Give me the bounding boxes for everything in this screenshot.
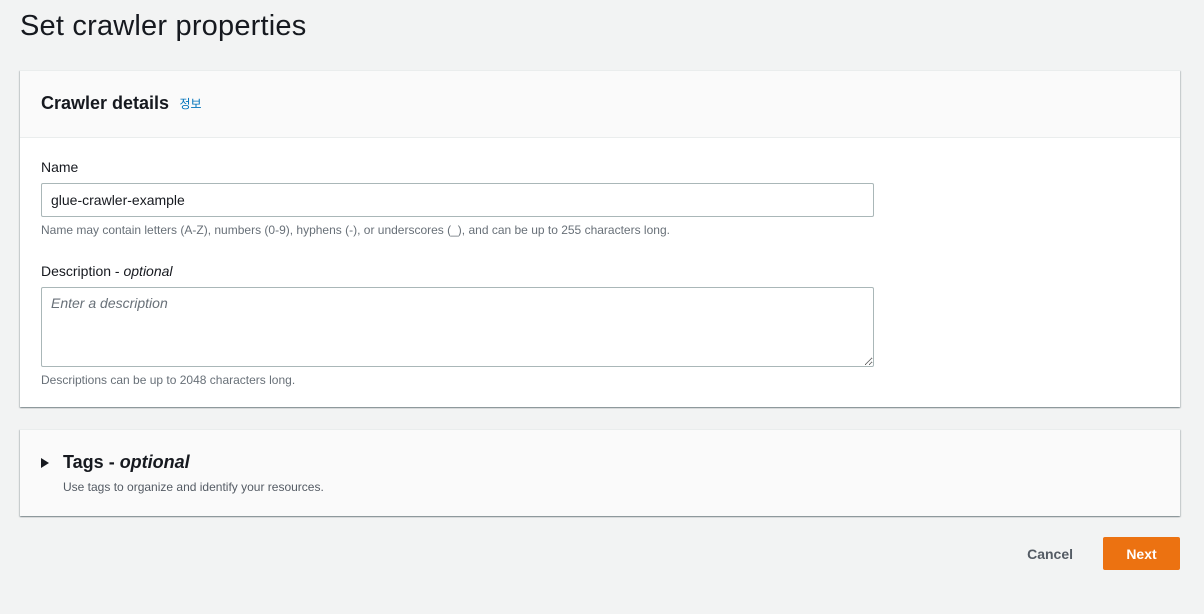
description-optional-label: optional <box>123 263 173 279</box>
cancel-button[interactable]: Cancel <box>1009 538 1091 570</box>
crawler-details-body: Name Name may contain letters (A-Z), num… <box>20 138 1180 388</box>
tags-title: Tags - optional <box>63 452 190 473</box>
name-field: Name Name may contain letters (A-Z), num… <box>41 158 1159 238</box>
description-field: Description - optional Descriptions can … <box>41 262 1159 388</box>
info-link[interactable]: 정보 <box>180 95 202 112</box>
tags-description: Use tags to organize and identify your r… <box>63 480 324 494</box>
description-label-text: Description <box>41 263 112 279</box>
description-textarea[interactable] <box>41 287 874 367</box>
crawler-details-title: Crawler details <box>41 93 170 113</box>
name-hint: Name may contain letters (A-Z), numbers … <box>41 223 670 237</box>
page-title: Set crawler properties <box>20 10 307 42</box>
tags-title-sep: - <box>103 452 120 472</box>
description-label: Description - optional <box>41 262 1159 280</box>
tags-optional-label: optional <box>119 452 190 472</box>
name-input[interactable] <box>41 183 874 217</box>
tags-title-text: Tags <box>63 452 104 472</box>
form-actions: Cancel Next <box>1009 537 1180 570</box>
description-label-sep: - <box>111 263 124 279</box>
name-label: Name <box>41 159 79 175</box>
page: Set crawler properties Crawler details 정… <box>0 0 1204 614</box>
tags-panel[interactable]: Tags - optional Use tags to organize and… <box>20 429 1180 516</box>
next-button[interactable]: Next <box>1103 537 1180 570</box>
crawler-details-panel: Crawler details 정보 Name Name may contain… <box>20 70 1180 407</box>
caret-right-icon[interactable] <box>41 457 49 468</box>
tags-header[interactable]: Tags - optional <box>20 430 1180 473</box>
crawler-details-header: Crawler details 정보 <box>20 71 1180 138</box>
description-hint: Descriptions can be up to 2048 character… <box>41 373 296 387</box>
